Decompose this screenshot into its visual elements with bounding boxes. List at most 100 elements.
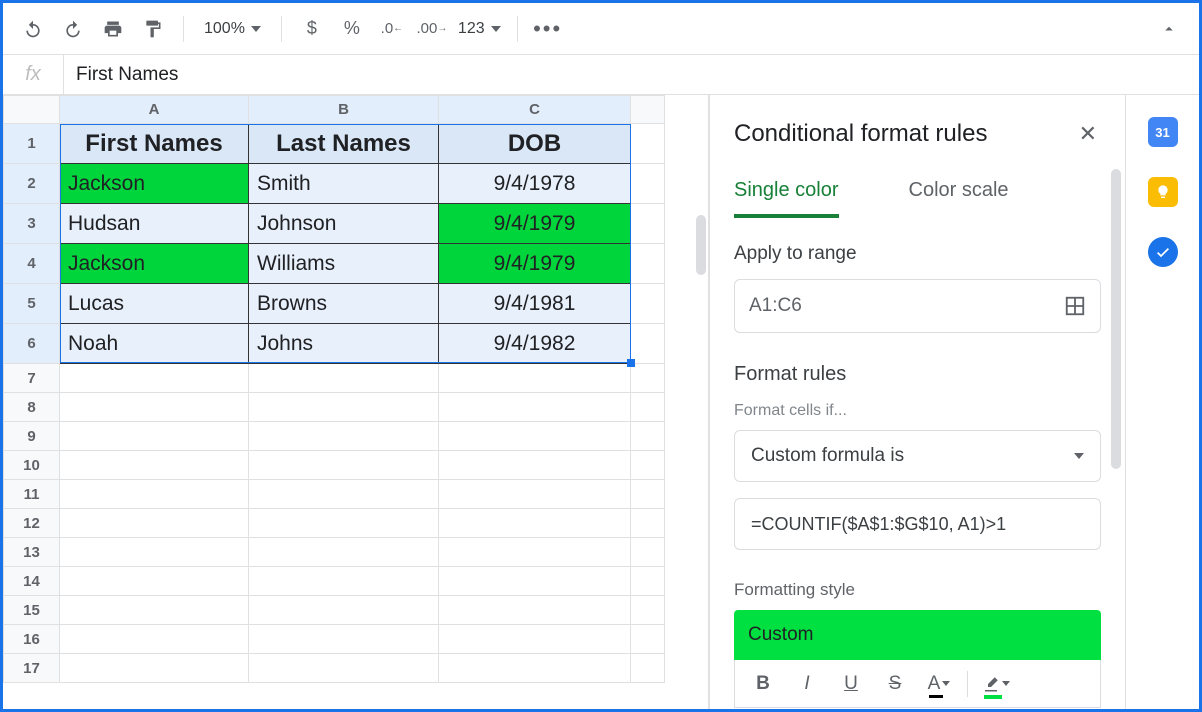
cell-A3[interactable]: Hudsan [60,204,249,244]
cell-empty[interactable] [60,480,249,509]
cell-D3[interactable] [631,204,665,244]
row-header-16[interactable]: 16 [4,625,60,654]
cell-empty[interactable] [631,567,665,596]
cell-empty[interactable] [60,509,249,538]
cell-B3[interactable]: Johnson [249,204,439,244]
cell-C1[interactable]: DOB [439,124,631,164]
cell-empty[interactable] [60,625,249,654]
percent-button[interactable]: % [334,11,370,47]
tab-color-scale[interactable]: Color scale [909,179,1009,218]
cell-D1[interactable] [631,124,665,164]
row-header-13[interactable]: 13 [4,538,60,567]
select-range-icon[interactable] [1064,295,1086,317]
cell-empty[interactable] [631,480,665,509]
cell-empty[interactable] [60,451,249,480]
print-button[interactable] [95,11,131,47]
cell-empty[interactable] [631,509,665,538]
bold-button[interactable]: B [743,666,783,702]
row-header-12[interactable]: 12 [4,509,60,538]
cell-empty[interactable] [249,393,439,422]
row-header-17[interactable]: 17 [4,654,60,683]
cell-C5[interactable]: 9/4/1981 [439,284,631,324]
cell-empty[interactable] [60,567,249,596]
cell-empty[interactable] [60,596,249,625]
cell-empty[interactable] [249,364,439,393]
formula-input[interactable]: First Names [63,55,1199,94]
cell-empty[interactable] [60,538,249,567]
row-header-9[interactable]: 9 [4,422,60,451]
cell-empty[interactable] [631,596,665,625]
row-header-14[interactable]: 14 [4,567,60,596]
cell-empty[interactable] [439,451,631,480]
cell-A1[interactable]: First Names [60,124,249,164]
row-header-11[interactable]: 11 [4,480,60,509]
cell-A4[interactable]: Jackson [60,244,249,284]
cell-B6[interactable]: Johns [249,324,439,364]
cell-empty[interactable] [631,654,665,683]
cell-empty[interactable] [249,509,439,538]
cell-empty[interactable] [439,480,631,509]
cell-C6[interactable]: 9/4/1982 [439,324,631,364]
cell-empty[interactable] [439,567,631,596]
cell-empty[interactable] [631,625,665,654]
cell-empty[interactable] [439,422,631,451]
cell-empty[interactable] [249,451,439,480]
cell-empty[interactable] [439,364,631,393]
increase-decimal-button[interactable]: .00→ [414,11,450,47]
decrease-decimal-button[interactable]: .0← [374,11,410,47]
row-header-7[interactable]: 7 [4,364,60,393]
cell-empty[interactable] [60,364,249,393]
cell-empty[interactable] [631,451,665,480]
cell-D2[interactable] [631,164,665,204]
cell-empty[interactable] [249,538,439,567]
cell-B1[interactable]: Last Names [249,124,439,164]
cell-A6[interactable]: Noah [60,324,249,364]
cell-empty[interactable] [439,625,631,654]
condition-dropdown[interactable]: Custom formula is [734,430,1101,482]
strikethrough-button[interactable]: S [875,666,915,702]
zoom-dropdown[interactable]: 100% [196,20,269,38]
cell-B5[interactable]: Browns [249,284,439,324]
cell-C2[interactable]: 9/4/1978 [439,164,631,204]
cell-D5[interactable] [631,284,665,324]
col-header-D[interactable] [631,96,665,124]
col-header-C[interactable]: C [439,96,631,124]
cell-empty[interactable] [631,538,665,567]
italic-button[interactable]: I [787,666,827,702]
number-format-dropdown[interactable]: 123 [454,20,505,38]
cell-empty[interactable] [631,393,665,422]
fill-color-button[interactable] [976,666,1016,702]
cell-empty[interactable] [60,654,249,683]
selection-handle[interactable] [627,359,635,367]
select-all-corner[interactable] [4,96,60,124]
cell-B2[interactable]: Smith [249,164,439,204]
keep-icon[interactable] [1148,177,1178,207]
range-input[interactable]: A1:C6 [734,279,1101,333]
row-header-5[interactable]: 5 [4,284,60,324]
row-header-2[interactable]: 2 [4,164,60,204]
cell-empty[interactable] [439,509,631,538]
row-header-1[interactable]: 1 [4,124,60,164]
row-header-4[interactable]: 4 [4,244,60,284]
collapse-toolbar-button[interactable] [1151,11,1187,47]
text-color-button[interactable]: A [919,666,959,702]
cell-empty[interactable] [439,596,631,625]
row-header-10[interactable]: 10 [4,451,60,480]
formula-input[interactable]: =COUNTIF($A$1:$G$10, A1)>1 [734,498,1101,550]
tasks-icon[interactable] [1148,237,1178,267]
tab-single-color[interactable]: Single color [734,179,839,218]
cell-empty[interactable] [439,654,631,683]
cell-empty[interactable] [631,422,665,451]
cell-empty[interactable] [249,596,439,625]
cell-D6[interactable] [631,324,665,364]
col-header-A[interactable]: A [60,96,249,124]
cell-empty[interactable] [631,364,665,393]
row-header-6[interactable]: 6 [4,324,60,364]
cell-A5[interactable]: Lucas [60,284,249,324]
cell-empty[interactable] [249,654,439,683]
col-header-B[interactable]: B [249,96,439,124]
cell-empty[interactable] [439,538,631,567]
cell-empty[interactable] [249,625,439,654]
redo-button[interactable] [55,11,91,47]
row-header-3[interactable]: 3 [4,204,60,244]
